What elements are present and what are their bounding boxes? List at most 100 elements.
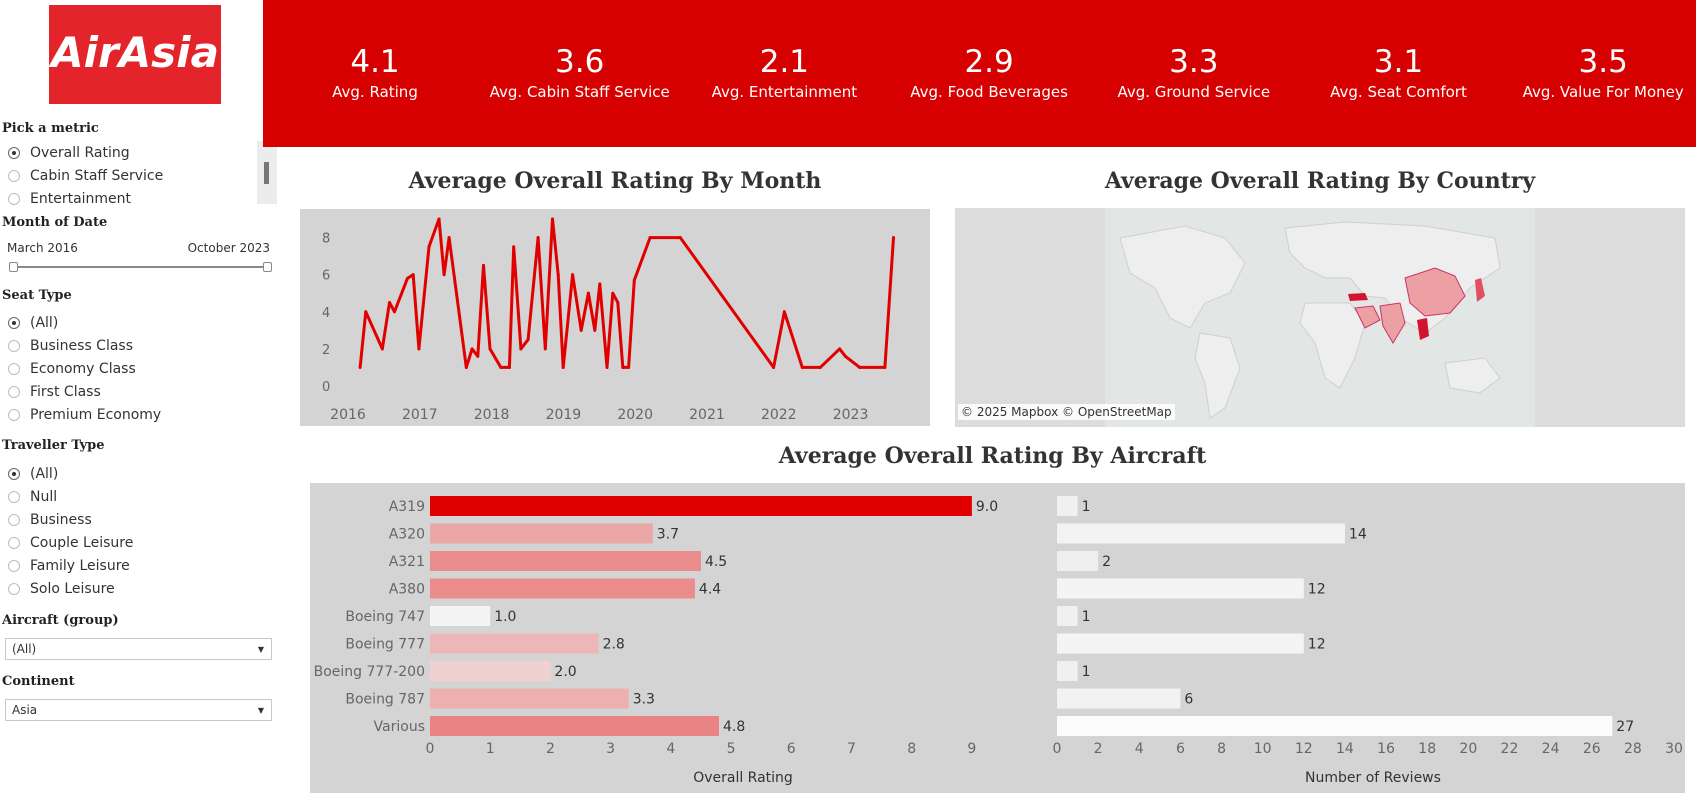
review-count-bar[interactable] bbox=[1057, 551, 1099, 571]
line-point[interactable] bbox=[526, 338, 530, 342]
line-point[interactable] bbox=[380, 347, 384, 351]
line-point[interactable] bbox=[437, 217, 441, 221]
line-point[interactable] bbox=[507, 365, 511, 369]
line-point[interactable] bbox=[417, 347, 421, 351]
line-point[interactable] bbox=[405, 276, 409, 280]
rating-bar[interactable] bbox=[430, 523, 653, 544]
line-point[interactable] bbox=[393, 310, 397, 314]
date-slider-start-handle[interactable] bbox=[9, 262, 18, 272]
line-point[interactable] bbox=[499, 365, 503, 369]
radio-button[interactable] bbox=[8, 363, 20, 375]
radio-button[interactable] bbox=[8, 409, 20, 421]
rating-series-line[interactable] bbox=[358, 217, 895, 369]
metric-option[interactable]: Overall Rating bbox=[8, 143, 130, 163]
line-point[interactable] bbox=[519, 347, 523, 351]
traveller-type-option[interactable]: Null bbox=[8, 487, 57, 507]
radio-button[interactable] bbox=[8, 170, 20, 182]
seat-type-option[interactable]: Premium Economy bbox=[8, 405, 161, 425]
line-point[interactable] bbox=[818, 365, 822, 369]
traveller-type-option[interactable]: Couple Leisure bbox=[8, 533, 133, 553]
line-point[interactable] bbox=[616, 301, 620, 304]
line-point[interactable] bbox=[598, 282, 602, 286]
chevron-down-icon[interactable]: ▼ bbox=[251, 639, 271, 659]
review-count-bar[interactable] bbox=[1057, 606, 1078, 626]
seat-type-option[interactable]: Economy Class bbox=[8, 359, 136, 379]
line-point[interactable] bbox=[364, 310, 368, 314]
review-count-bar[interactable] bbox=[1057, 633, 1304, 654]
metric-option[interactable]: Cabin Staff Service bbox=[8, 166, 163, 186]
rating-bar[interactable] bbox=[430, 606, 491, 626]
traveller-type-option[interactable]: Business bbox=[8, 510, 92, 530]
country-map[interactable]: © 2025 Mapbox © OpenStreetMap bbox=[955, 208, 1685, 427]
line-point[interactable] bbox=[858, 365, 862, 369]
review-count-bar[interactable] bbox=[1057, 578, 1304, 599]
line-point[interactable] bbox=[648, 236, 652, 240]
line-point[interactable] bbox=[387, 301, 391, 304]
rating-bar[interactable] bbox=[430, 661, 551, 681]
chevron-down-icon[interactable]: ▼ bbox=[251, 700, 271, 720]
line-point[interactable] bbox=[678, 236, 682, 240]
line-point[interactable] bbox=[447, 236, 451, 240]
line-point[interactable] bbox=[627, 365, 631, 369]
radio-button[interactable] bbox=[8, 583, 20, 595]
aircraft-dropdown[interactable]: (All) ▼ bbox=[5, 638, 272, 660]
radio-button[interactable] bbox=[8, 514, 20, 526]
line-point[interactable] bbox=[536, 236, 540, 240]
seat-type-option[interactable]: (All) bbox=[8, 313, 58, 333]
line-point[interactable] bbox=[883, 365, 887, 369]
line-point[interactable] bbox=[442, 273, 446, 277]
traveller-type-option[interactable]: (All) bbox=[8, 464, 58, 484]
review-count-bar[interactable] bbox=[1057, 716, 1613, 736]
seat-type-option[interactable]: Business Class bbox=[8, 336, 133, 356]
seat-type-option[interactable]: First Class bbox=[8, 382, 101, 402]
line-point[interactable] bbox=[772, 365, 776, 369]
traveller-type-option[interactable]: Solo Leisure bbox=[8, 579, 115, 599]
rating-bar[interactable] bbox=[430, 578, 695, 599]
review-count-bar[interactable] bbox=[1057, 661, 1078, 681]
radio-button[interactable] bbox=[8, 468, 20, 480]
map-attribution[interactable]: © 2025 Mapbox © OpenStreetMap bbox=[958, 404, 1175, 420]
line-point[interactable] bbox=[605, 365, 609, 369]
line-point[interactable] bbox=[543, 347, 547, 351]
radio-button[interactable] bbox=[8, 340, 20, 352]
line-point[interactable] bbox=[843, 354, 847, 358]
traveller-type-option[interactable]: Family Leisure bbox=[8, 556, 130, 576]
line-point[interactable] bbox=[464, 365, 468, 369]
rating-bar[interactable] bbox=[430, 633, 599, 654]
line-point[interactable] bbox=[427, 245, 431, 249]
rating-bar[interactable] bbox=[430, 716, 719, 736]
line-point[interactable] bbox=[838, 347, 842, 351]
line-point[interactable] bbox=[891, 236, 895, 240]
review-count-bar[interactable] bbox=[1057, 523, 1345, 544]
aircraft-bar-charts[interactable]: A319 9.0 A320 3.7 A321 4.5 A380 4.4 Boeing 747 1.… bbox=[310, 483, 1685, 793]
date-slider-end-handle[interactable] bbox=[263, 262, 272, 272]
radio-button[interactable] bbox=[8, 560, 20, 572]
line-point[interactable] bbox=[632, 278, 636, 282]
radio-button[interactable] bbox=[8, 193, 20, 205]
line-point[interactable] bbox=[550, 217, 554, 221]
radio-button[interactable] bbox=[8, 317, 20, 329]
metric-option[interactable]: Entertainment bbox=[8, 189, 131, 209]
line-point[interactable] bbox=[800, 365, 804, 369]
line-point[interactable] bbox=[621, 365, 625, 369]
continent-dropdown[interactable]: Asia ▼ bbox=[5, 699, 272, 721]
line-point[interactable] bbox=[586, 291, 590, 295]
line-point[interactable] bbox=[512, 245, 516, 249]
line-point[interactable] bbox=[782, 310, 786, 314]
line-point[interactable] bbox=[358, 365, 362, 369]
radio-button[interactable] bbox=[8, 491, 20, 503]
review-count-bar[interactable] bbox=[1057, 496, 1078, 516]
line-point[interactable] bbox=[488, 347, 492, 351]
line-point[interactable] bbox=[611, 291, 615, 295]
radio-button[interactable] bbox=[8, 537, 20, 549]
line-point[interactable] bbox=[482, 263, 486, 267]
date-range-slider[interactable] bbox=[9, 262, 272, 272]
metric-list-scrollbar[interactable] bbox=[257, 141, 277, 204]
line-point[interactable] bbox=[476, 354, 480, 358]
line-point[interactable] bbox=[571, 273, 575, 277]
rating-bar[interactable] bbox=[430, 496, 972, 516]
radio-button[interactable] bbox=[8, 386, 20, 398]
month-line-chart[interactable]: 0 2 4 6 8 2016 2017 2018 2019 2020 2021 2022 2023 bbox=[300, 209, 930, 426]
line-point[interactable] bbox=[556, 273, 560, 277]
line-point[interactable] bbox=[561, 365, 565, 369]
